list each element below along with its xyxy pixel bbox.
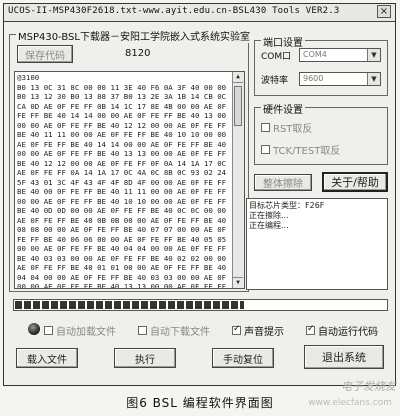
execute-button[interactable]: 执行 (114, 348, 176, 368)
check-icon: ✓ (233, 324, 241, 334)
auto-download-label: 自动下载文件 (150, 327, 210, 338)
checkbox-icon[interactable] (261, 123, 270, 132)
exit-button[interactable]: 退出系统 (304, 345, 384, 369)
main-window: UCOS-II-MSP430F2618.txt-www.ayit.edu.cn-… (3, 3, 396, 386)
baud-select[interactable]: 9600 ▼ (299, 72, 381, 86)
hex-line: B0 13 12 30 B0 13 88 37 B0 13 2E 3A 1B 1… (17, 92, 227, 101)
scroll-thumb[interactable] (234, 86, 242, 126)
watermark-url: www.elecfans.com (308, 398, 392, 408)
auto-load-label: 自动加载文件 (56, 327, 116, 338)
auto-download-checkbox[interactable]: 自动下载文件 (138, 323, 210, 338)
hex-line: 08 08 00 00 AE 0F FE FF BE 40 07 07 00 0… (17, 225, 227, 234)
about-help-button[interactable]: 关于/帮助 (322, 172, 388, 192)
auto-run-checkbox[interactable]: ✓ 自动运行代码 (306, 323, 378, 338)
chevron-down-icon[interactable]: ▼ (367, 73, 380, 85)
progress-fill (15, 301, 245, 309)
checkbox-icon[interactable] (261, 145, 270, 154)
port-settings-group: 端口设置 COM口 COM4 ▼ 波特率 9600 ▼ (254, 34, 388, 96)
title-bar[interactable]: UCOS-II-MSP430F2618.txt-www.ayit.edu.cn-… (4, 4, 395, 22)
rst-invert-checkbox[interactable]: RST取反 (261, 120, 312, 135)
status-led-icon (28, 323, 40, 335)
check-icon: ✓ (307, 324, 315, 334)
hex-line: BE 40 03 03 00 00 AE 0F FE FF BE 40 02 0… (17, 253, 227, 263)
hex-line: 00 00 AE 0F FE FF BE 40 10 10 00 00 AE 0… (17, 196, 227, 206)
load-file-button[interactable]: 载入文件 (16, 348, 78, 368)
hex-line: AE 0F FE FF BE 40 14 14 00 00 AE 0F FE F… (17, 139, 227, 149)
save-code-button[interactable]: 保存代码 (17, 45, 73, 63)
checkbox-icon[interactable] (138, 326, 147, 335)
checkbox-icon[interactable]: ✓ (306, 324, 315, 335)
hardware-settings-label: 硬件设置 (261, 101, 305, 116)
download-group-label: MSP430-BSL下载器－安阳工学院嵌入式系统实验室 (16, 28, 252, 43)
log-line: 正在擦除... (249, 211, 289, 220)
rst-invert-label: RST取反 (273, 124, 313, 135)
hex-line: BE 40 00 0F FE FF BE 40 11 11 00 00 AE 0… (17, 187, 227, 196)
scroll-down-icon[interactable]: ▼ (233, 277, 243, 288)
hex-line: BE 40 0D 0D 00 00 AE 0F FE FF BE 40 0C 0… (17, 206, 227, 215)
baud-select-value: 9600 (303, 74, 324, 83)
port-settings-label: 端口设置 (261, 34, 305, 49)
close-icon[interactable]: × (377, 5, 391, 18)
hex-line: 5F 43 01 3C 4F 43 4F 4F 8D 4F 00 00 AE 0… (17, 177, 227, 187)
hardware-settings-group: 硬件设置 RST取反 TCK/TEST取反 (254, 101, 388, 165)
com-select-value: COM4 (303, 50, 327, 59)
tck-invert-label: TCK/TEST取反 (273, 146, 341, 157)
tck-invert-checkbox[interactable]: TCK/TEST取反 (261, 142, 340, 157)
hex-line: 04 04 00 00 AE 0F FE FF BE 40 03 03 00 0… (17, 272, 227, 282)
hex-scrollbar[interactable]: ▲ ▼ (232, 72, 244, 288)
address-value: 8120 (125, 48, 151, 59)
sound-prompt-checkbox[interactable]: ✓ 声音提示 (232, 323, 284, 338)
hex-line: B0 13 0C 31 8C 00 00 11 3E 40 F6 0A 3F 4… (17, 82, 227, 92)
hex-line: AE 0F FE FF 0A 14 1A 17 0C 4A 0C 8B 0C 9… (17, 168, 227, 177)
hex-line: BE 40 11 11 00 00 AE 0F FE FF BE 40 10 1… (17, 130, 227, 139)
checkbox-icon[interactable] (44, 326, 53, 335)
hex-code-area[interactable]: @3100 B0 13 0C 31 8C 00 00 11 3E 40 F6 0A… (14, 71, 245, 289)
hex-line: AE 0F FE FF BE 40 01 01 00 00 AE 0F FE F… (17, 263, 227, 272)
sound-prompt-label: 声音提示 (244, 327, 284, 338)
hex-line: 00 00 AE 0F FE FF BE 40 12 12 00 00 AE 0… (17, 120, 227, 130)
hex-line: FE FF BE 40 06 06 00 00 AE 0F FE FF BE 4… (17, 234, 227, 244)
com-label: COM口 (261, 52, 292, 62)
com-select[interactable]: COM4 ▼ (299, 48, 381, 62)
progress-bar (13, 299, 388, 311)
hex-line: 00 00 AE 0F FE FF BE 40 13 13 00 00 AE 0… (17, 282, 227, 289)
auto-load-checkbox[interactable]: 自动加载文件 (44, 323, 116, 338)
manual-reset-button[interactable]: 手动复位 (212, 348, 274, 368)
hex-line: FE FF BE 40 14 14 00 00 AE 0F FE FF BE 4… (17, 111, 227, 120)
hex-line: 00 00 AE 0F FE FF BE 40 13 13 00 00 AE 0… (17, 149, 227, 158)
chevron-down-icon[interactable]: ▼ (367, 49, 380, 61)
scroll-up-icon[interactable]: ▲ (233, 72, 243, 83)
erase-all-button[interactable]: 整体擦除 (254, 174, 312, 191)
auto-run-label: 自动运行代码 (318, 327, 378, 338)
status-log: 目标芯片类型：F26F 正在擦除... 正在编程... (246, 198, 388, 290)
log-line: 正在编程... (249, 221, 289, 230)
hex-line: 00 00 AE 0F FE FF BE 40 04 04 00 00 AE 0… (17, 244, 227, 253)
hex-line: @3100 (17, 73, 40, 82)
checkbox-icon[interactable]: ✓ (232, 324, 241, 335)
hex-line: CA 0D AE 0F FE FF 0B 14 1C 17 8E 4B 00 0… (17, 101, 227, 111)
hex-lines: @3100 B0 13 0C 31 8C 00 00 11 3E 40 F6 0A… (15, 73, 232, 289)
window-title: UCOS-II-MSP430F2618.txt-www.ayit.edu.cn-… (8, 6, 340, 16)
watermark-logo: 电子发烧友 (341, 380, 396, 393)
download-group: MSP430-BSL下载器－安阳工学院嵌入式系统实验室 保存代码 8120 @3… (9, 28, 252, 292)
hex-line: AE 0F FE FF BE 40 0B 0B 00 00 AE 0F FE F… (17, 215, 227, 225)
log-lines: 目标芯片类型：F26F 正在擦除... 正在编程... (249, 201, 324, 231)
log-line: 目标芯片类型：F26F (249, 201, 325, 210)
hex-line: BE 40 12 12 00 00 AE 0F FE FF 0F 0A 14 1… (17, 158, 227, 168)
baud-label: 波特率 (261, 76, 289, 86)
